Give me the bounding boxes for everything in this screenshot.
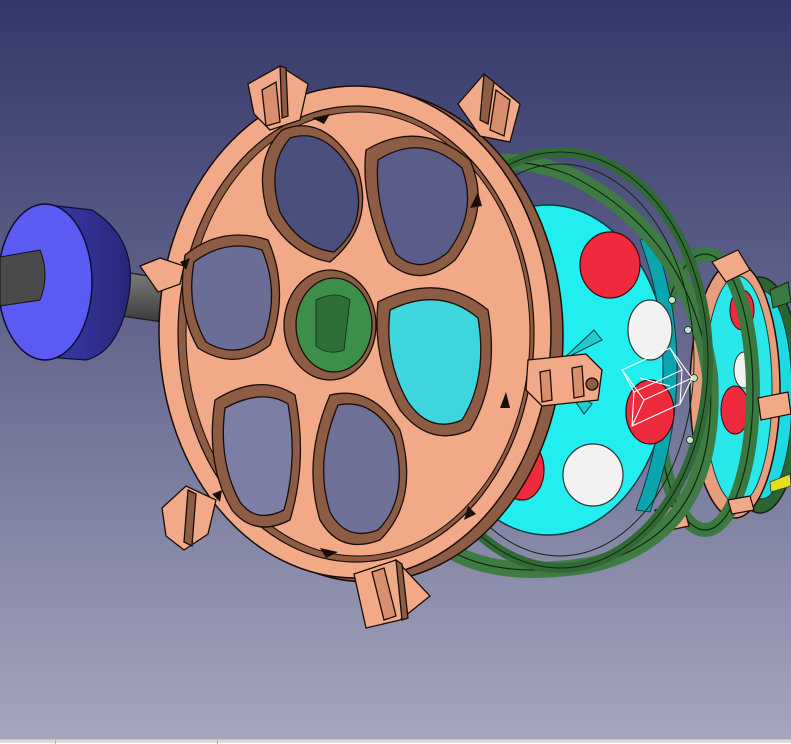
white-hole: [562, 443, 624, 507]
red-hole: [579, 231, 641, 299]
status-bar: [0, 739, 791, 744]
status-segment: [56, 740, 218, 744]
front-spoked-frame[interactable]: [158, 85, 564, 583]
white-hole: [627, 299, 673, 361]
scene-canvas[interactable]: [0, 0, 791, 743]
status-segment: [0, 740, 56, 744]
status-segment: [218, 740, 791, 744]
blue-cap[interactable]: [0, 203, 131, 361]
3d-viewport[interactable]: [0, 0, 791, 743]
